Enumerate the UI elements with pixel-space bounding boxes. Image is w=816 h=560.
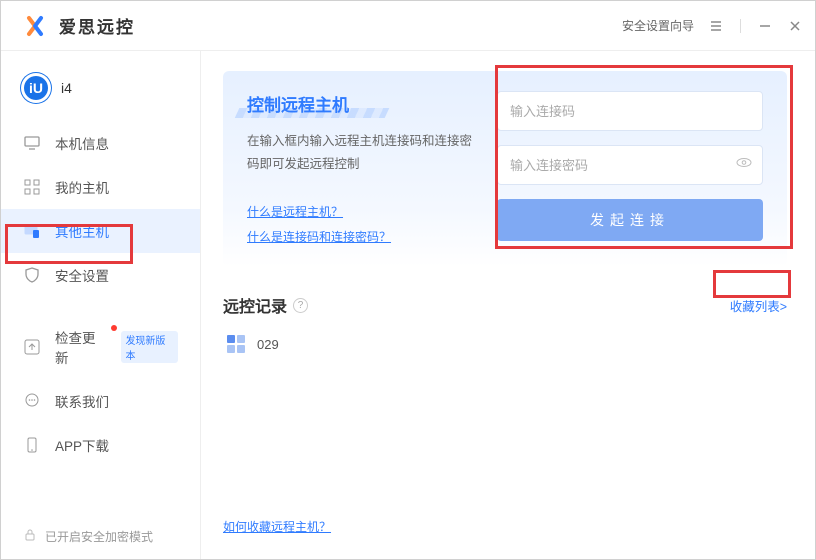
sidebar-item-my-hosts[interactable]: 我的主机	[1, 165, 200, 209]
monitor-icon	[23, 134, 41, 152]
history-item-code: 029	[257, 337, 279, 352]
sidebar-item-app-download[interactable]: APP下载	[1, 423, 200, 467]
host-tiles-icon	[227, 335, 245, 353]
close-icon[interactable]	[787, 18, 803, 34]
sidebar-item-label: 安全设置	[55, 265, 109, 285]
sidebar-item-label: 联系我们	[55, 391, 109, 411]
sidebar-item-label: 我的主机	[55, 177, 109, 197]
user-block[interactable]: iU i4	[1, 63, 200, 121]
card-title: 控制远程主机	[247, 91, 369, 116]
favorites-link[interactable]: 收藏列表>	[730, 296, 787, 315]
update-dot-icon	[111, 325, 117, 331]
sidebar-item-contact[interactable]: 联系我们	[1, 379, 200, 423]
history-list: 029	[223, 317, 787, 371]
menu-icon[interactable]	[708, 18, 724, 34]
secure-mode-status: 已开启安全加密模式	[1, 514, 200, 559]
connect-password-input[interactable]	[497, 145, 763, 185]
sidebar-item-local-info[interactable]: 本机信息	[1, 121, 200, 165]
help-icon[interactable]: ?	[293, 298, 308, 313]
avatar: iU	[21, 73, 51, 103]
what-is-host-link[interactable]: 什么是远程主机？	[247, 203, 343, 220]
sidebar-item-label: APP下载	[55, 435, 109, 455]
phone-icon	[23, 436, 41, 454]
shield-icon	[23, 266, 41, 284]
connect-button[interactable]: 发起连接	[497, 199, 763, 241]
username: i4	[61, 80, 72, 96]
titlebar: 爱思远控 安全设置向导	[1, 1, 815, 51]
what-is-code-link[interactable]: 什么是连接码和连接密码？	[247, 228, 391, 245]
app-logo-icon	[21, 12, 49, 40]
update-tag: 发现新版本	[121, 331, 178, 363]
sidebar-item-security[interactable]: 安全设置	[1, 253, 200, 297]
grid-icon	[23, 178, 41, 196]
sidebar-item-check-update[interactable]: 检查更新 发现新版本	[1, 315, 200, 379]
security-wizard-link[interactable]: 安全设置向导	[622, 17, 694, 34]
history-header: 远控记录 ? 收藏列表>	[223, 293, 787, 317]
sidebar-item-label: 本机信息	[55, 133, 109, 153]
sidebar-item-label: 检查更新	[55, 327, 107, 367]
avatar-label: iU	[29, 80, 43, 96]
connect-card: 控制远程主机 在输入框内输入远程主机连接码和连接密码即可发起远程控制 什么是远程…	[223, 71, 787, 267]
history-title: 远控记录	[223, 293, 287, 317]
minimize-icon[interactable]	[757, 18, 773, 34]
how-to-favorite-link[interactable]: 如何收藏远程主机？	[223, 506, 331, 549]
sidebar-item-other-hosts[interactable]: 其他主机	[1, 209, 200, 253]
show-password-icon[interactable]	[735, 154, 753, 177]
device-icon	[23, 222, 41, 240]
connect-code-input[interactable]	[497, 91, 763, 131]
chat-icon	[23, 392, 41, 410]
sidebar: iU i4 本机信息 我的主机 其他主机	[1, 51, 201, 559]
history-item[interactable]: 029	[227, 335, 783, 353]
update-icon	[23, 338, 41, 356]
sidebar-item-label: 其他主机	[55, 221, 109, 241]
card-description: 在输入框内输入远程主机连接码和连接密码即可发起远程控制	[247, 130, 477, 175]
secure-mode-label: 已开启安全加密模式	[45, 528, 153, 545]
app-title: 爱思远控	[59, 13, 135, 38]
lock-icon	[23, 528, 37, 545]
main-content: 控制远程主机 在输入框内输入远程主机连接码和连接密码即可发起远程控制 什么是远程…	[201, 51, 815, 559]
